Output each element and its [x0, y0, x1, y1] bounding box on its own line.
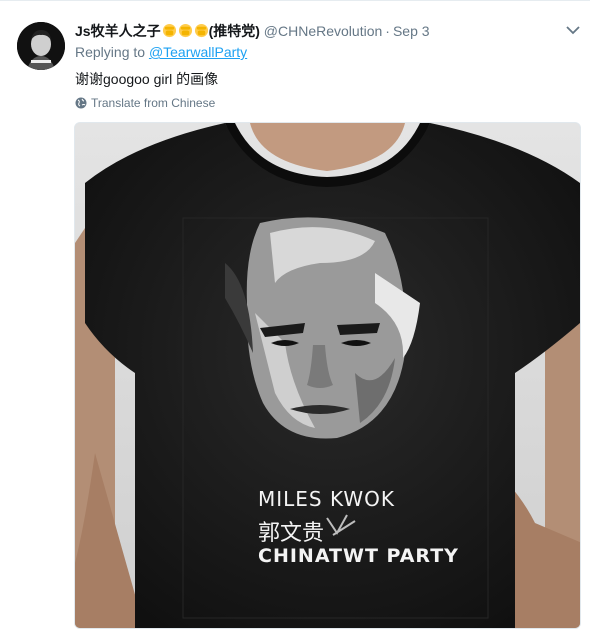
tweet-header: Js牧羊人之子 (推特党) @CHNeRevolution · Sep 3 — [75, 22, 430, 40]
display-name[interactable]: Js牧羊人之子 — [75, 23, 161, 39]
replying-prefix: Replying to — [75, 44, 146, 60]
shirt-line-chinese-name: 郭文贵 — [258, 521, 325, 546]
translate-label: Translate from Chinese — [91, 96, 216, 110]
party-label: (推特党) — [208, 23, 260, 39]
tweet[interactable]: Js牧羊人之子 (推特党) @CHNeRevolution · Sep 3 Reply… — [0, 0, 590, 632]
fist-icon — [194, 23, 208, 38]
replying-to: Replying to @TearwallParty — [75, 44, 247, 60]
timestamp[interactable]: Sep 3 — [393, 23, 430, 39]
shirt-line-name: MILES KWOK — [258, 487, 396, 511]
translate-button[interactable]: Translate from Chinese — [75, 96, 215, 110]
screen-name[interactable]: @CHNeRevolution — [264, 23, 382, 39]
shirt-line-party: CHINATWT PARTY — [258, 545, 459, 567]
chevron-down-icon[interactable] — [565, 22, 581, 38]
tweet-media-image[interactable]: MILES KWOK 郭文贵 CHINATWT PARTY — [74, 122, 581, 629]
tweet-text: 谢谢googoo girl 的画像 — [75, 71, 219, 87]
fist-icon — [178, 23, 192, 38]
avatar[interactable] — [17, 22, 65, 70]
replying-handle-link[interactable]: @TearwallParty — [149, 44, 247, 60]
separator-dot: · — [385, 23, 390, 39]
globe-icon — [75, 97, 87, 109]
fist-icon — [162, 23, 176, 38]
avatar-portrait-icon — [17, 22, 65, 70]
